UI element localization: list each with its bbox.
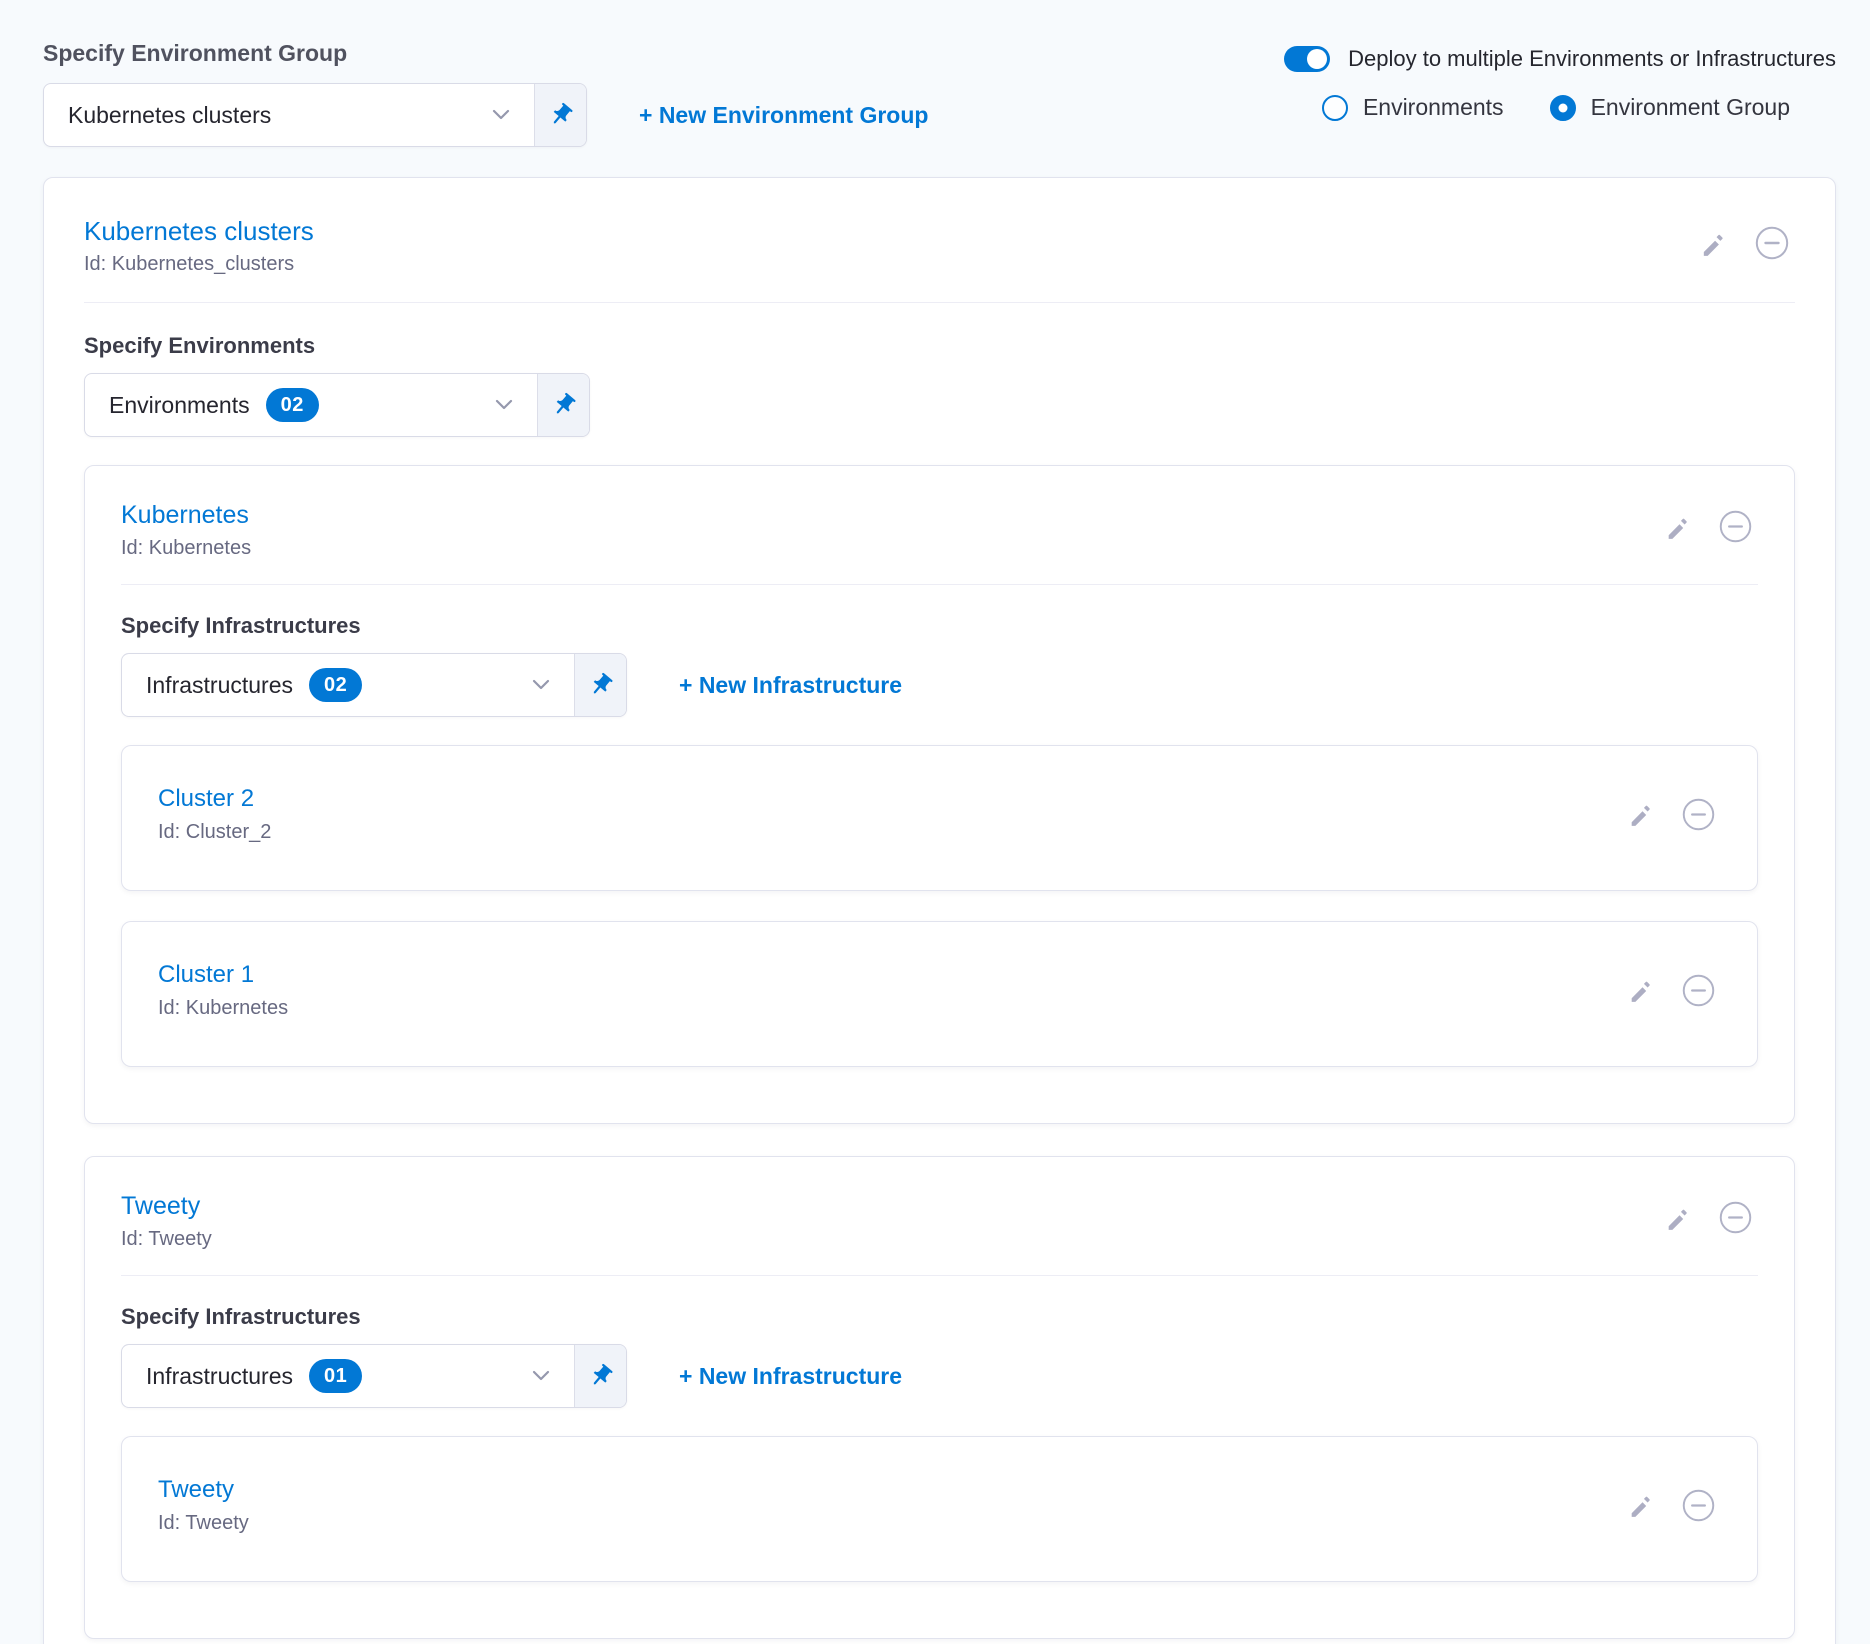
infrastructure-card-heading: Tweety Id: Tweety bbox=[158, 1475, 249, 1535]
infrastructure-title: Tweety bbox=[158, 1475, 249, 1505]
pencil-icon bbox=[1665, 514, 1691, 540]
specify-infrastructures-label: Specify Infrastructures bbox=[121, 613, 1758, 639]
environment-group-card-heading: Kubernetes clusters Id: Kubernetes_clust… bbox=[84, 216, 314, 276]
environment-group-page: Specify Environment Group Kubernetes clu… bbox=[0, 0, 1870, 1644]
pencil-icon bbox=[1628, 801, 1654, 827]
radio-environment-group-circle bbox=[1550, 95, 1576, 121]
deploy-multiple-toggle-label: Deploy to multiple Environments or Infra… bbox=[1348, 46, 1836, 72]
pin-button[interactable] bbox=[534, 84, 586, 146]
minus-circle-icon bbox=[1682, 798, 1715, 831]
remove-infrastructure-button[interactable] bbox=[1682, 974, 1715, 1007]
edit-infrastructure-button[interactable] bbox=[1628, 1492, 1654, 1518]
pin-button[interactable] bbox=[574, 654, 626, 716]
remove-environment-button[interactable] bbox=[1719, 1201, 1752, 1234]
infrastructure-card-heading: Cluster 2 Id: Cluster_2 bbox=[158, 784, 271, 844]
environment-id: Id: Tweety bbox=[121, 1227, 212, 1251]
environment-card-heading: Tweety Id: Tweety bbox=[121, 1191, 212, 1251]
minus-circle-icon bbox=[1719, 510, 1752, 543]
env-group-picker: Specify Environment Group Kubernetes clu… bbox=[43, 40, 928, 147]
environments-select-value: Environments bbox=[109, 392, 250, 419]
chevron-down-icon bbox=[528, 672, 554, 698]
env-group-select-main: Kubernetes clusters bbox=[44, 84, 534, 146]
toggle-knob bbox=[1307, 49, 1327, 69]
pin-icon bbox=[588, 672, 614, 698]
edit-environment-button[interactable] bbox=[1665, 1205, 1691, 1231]
environments-select[interactable]: Environments 02 bbox=[84, 373, 590, 437]
minus-circle-icon bbox=[1755, 226, 1789, 260]
remove-environment-group-button[interactable] bbox=[1755, 226, 1789, 260]
new-infrastructure-link[interactable]: + New Infrastructure bbox=[679, 672, 902, 699]
environment-card-kubernetes: Kubernetes Id: Kubernetes Specify Infras… bbox=[84, 465, 1795, 1124]
pin-icon bbox=[588, 1363, 614, 1389]
remove-infrastructure-button[interactable] bbox=[1682, 798, 1715, 831]
infrastructures-select[interactable]: Infrastructures 02 bbox=[121, 653, 627, 717]
infrastructures-select-main: Infrastructures 01 bbox=[122, 1345, 574, 1407]
radio-environments-label: Environments bbox=[1363, 94, 1504, 121]
infrastructure-card-cluster-1: Cluster 1 Id: Kubernetes bbox=[121, 921, 1758, 1067]
chevron-down-icon bbox=[491, 392, 517, 418]
deploy-target-radio-group: Environments Environment Group bbox=[1322, 94, 1790, 121]
divider bbox=[84, 302, 1795, 303]
edit-environment-group-button[interactable] bbox=[1700, 230, 1727, 257]
remove-infrastructure-button[interactable] bbox=[1682, 1489, 1715, 1522]
pin-icon bbox=[548, 102, 574, 128]
environment-title: Kubernetes bbox=[121, 500, 251, 530]
env-group-label: Specify Environment Group bbox=[43, 40, 928, 67]
environments-select-main: Environments 02 bbox=[85, 374, 537, 436]
pencil-icon bbox=[1628, 977, 1654, 1003]
pencil-icon bbox=[1700, 230, 1727, 257]
environment-group-title: Kubernetes clusters bbox=[84, 216, 314, 246]
specify-infrastructures-label: Specify Infrastructures bbox=[121, 1304, 1758, 1330]
edit-infrastructure-button[interactable] bbox=[1628, 977, 1654, 1003]
environment-id: Id: Kubernetes bbox=[121, 536, 251, 560]
divider bbox=[121, 584, 1758, 585]
minus-circle-icon bbox=[1719, 1201, 1752, 1234]
infrastructures-count-badge: 01 bbox=[309, 1359, 362, 1393]
infrastructure-id: Id: Cluster_2 bbox=[158, 820, 271, 844]
infrastructure-title: Cluster 2 bbox=[158, 784, 271, 814]
topbar: Specify Environment Group Kubernetes clu… bbox=[43, 40, 1836, 147]
infrastructure-card-heading: Cluster 1 Id: Kubernetes bbox=[158, 960, 288, 1020]
infrastructure-card-tweety: Tweety Id: Tweety bbox=[121, 1436, 1758, 1582]
minus-circle-icon bbox=[1682, 974, 1715, 1007]
chevron-down-icon bbox=[528, 1363, 554, 1389]
infrastructures-select[interactable]: Infrastructures 01 bbox=[121, 1344, 627, 1408]
pencil-icon bbox=[1628, 1492, 1654, 1518]
pin-button[interactable] bbox=[537, 374, 589, 436]
remove-environment-button[interactable] bbox=[1719, 510, 1752, 543]
radio-environments[interactable]: Environments bbox=[1322, 94, 1504, 121]
environment-card-heading: Kubernetes Id: Kubernetes bbox=[121, 500, 251, 560]
radio-environment-group-label: Environment Group bbox=[1591, 94, 1790, 121]
infrastructures-select-value: Infrastructures bbox=[146, 1363, 293, 1390]
infrastructure-id: Id: Kubernetes bbox=[158, 996, 288, 1020]
edit-infrastructure-button[interactable] bbox=[1628, 801, 1654, 827]
infrastructure-id: Id: Tweety bbox=[158, 1511, 249, 1535]
minus-circle-icon bbox=[1682, 1489, 1715, 1522]
infrastructure-card-cluster-2: Cluster 2 Id: Cluster_2 bbox=[121, 745, 1758, 891]
environment-group-card: Kubernetes clusters Id: Kubernetes_clust… bbox=[43, 177, 1836, 1644]
environments-count-badge: 02 bbox=[266, 388, 319, 422]
environment-card-tweety: Tweety Id: Tweety Specify Infrastructure… bbox=[84, 1156, 1795, 1639]
radio-environments-circle bbox=[1322, 95, 1348, 121]
env-group-select[interactable]: Kubernetes clusters bbox=[43, 83, 587, 147]
deploy-options: Deploy to multiple Environments or Infra… bbox=[1284, 40, 1836, 121]
infrastructures-select-value: Infrastructures bbox=[146, 672, 293, 699]
env-group-select-value: Kubernetes clusters bbox=[68, 102, 271, 129]
edit-environment-button[interactable] bbox=[1665, 514, 1691, 540]
new-environment-group-link[interactable]: + New Environment Group bbox=[639, 102, 928, 129]
specify-environments-label: Specify Environments bbox=[84, 333, 1795, 359]
infrastructure-title: Cluster 1 bbox=[158, 960, 288, 990]
infrastructures-select-main: Infrastructures 02 bbox=[122, 654, 574, 716]
environment-title: Tweety bbox=[121, 1191, 212, 1221]
pin-icon bbox=[551, 392, 577, 418]
new-infrastructure-link[interactable]: + New Infrastructure bbox=[679, 1363, 902, 1390]
deploy-multiple-toggle[interactable] bbox=[1284, 46, 1330, 72]
environment-group-id: Id: Kubernetes_clusters bbox=[84, 252, 314, 276]
radio-environment-group[interactable]: Environment Group bbox=[1550, 94, 1790, 121]
divider bbox=[121, 1275, 1758, 1276]
pin-button[interactable] bbox=[574, 1345, 626, 1407]
pencil-icon bbox=[1665, 1205, 1691, 1231]
infrastructures-count-badge: 02 bbox=[309, 668, 362, 702]
chevron-down-icon bbox=[488, 102, 514, 128]
